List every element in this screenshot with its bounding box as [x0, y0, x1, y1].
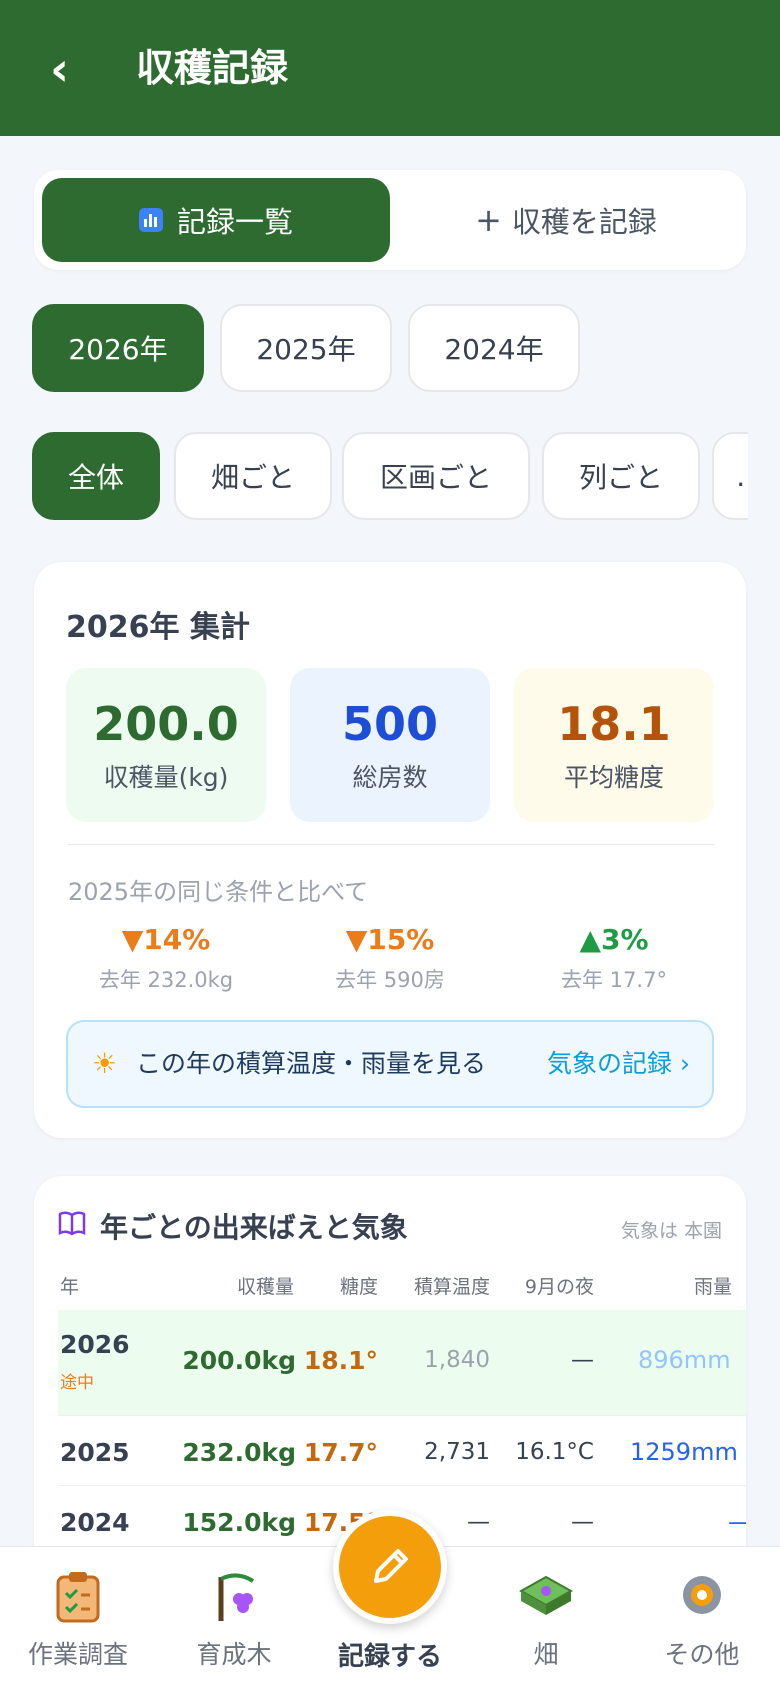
tab-growing-trees-label: 育成木: [196, 1640, 272, 1669]
pencil-icon: [374, 1549, 408, 1583]
col-header-gdd: 積算温度: [413, 1276, 490, 1298]
row-rain: 1259mm: [630, 1438, 738, 1466]
row-september-night: —: [571, 1509, 594, 1535]
summary-divider: [68, 844, 714, 845]
yearly-title: 年ごとの出来ばえと気象: [100, 1211, 408, 1244]
row-amount: 200.0kg: [182, 1346, 296, 1375]
row-year: 2024: [60, 1508, 130, 1537]
col-header-september-night: 9月の夜: [524, 1276, 594, 1298]
stat-harvest-amount: 200.0 収穫量(kg): [66, 668, 266, 822]
bar-chart-icon: [138, 208, 163, 232]
stat-sugar-label: 平均糖度: [563, 763, 664, 792]
summary-card: 2026年 集計 200.0 収穫量(kg) 500 総房数 18.1 平均糖度…: [34, 562, 746, 1138]
row-sugar: 18.1°: [303, 1346, 378, 1375]
summary-title: 2026年 集計: [66, 610, 250, 645]
row-gdd: 2,731: [424, 1439, 490, 1465]
grouping-chips: 全体 畑ごと 区画ごと 列ごと …: [32, 430, 748, 522]
compare-sugar: ▲3% 去年 17.7°: [504, 922, 724, 994]
compare-bunch-prev: 去年 590房: [335, 968, 445, 992]
compare-sugar-delta: ▲3%: [579, 923, 649, 956]
segment-record-list[interactable]: 記録一覧: [42, 178, 390, 262]
stat-bunch-label: 総房数: [352, 763, 428, 792]
group-chip-block[interactable]: 区画ごと: [342, 432, 530, 520]
tab-growing-trees[interactable]: 育成木: [156, 1565, 312, 1671]
plus-icon: +: [475, 201, 502, 239]
weather-source-note: 気象は 本園: [620, 1220, 722, 1242]
row-gdd: 1,840: [424, 1347, 490, 1373]
segment-add-harvest[interactable]: + 収穫を記録: [394, 178, 738, 262]
group-chip-row[interactable]: 列ごと: [542, 432, 700, 520]
vine-icon: [156, 1565, 312, 1627]
stat-harvest-label: 収穫量(kg): [103, 763, 229, 792]
stat-bunch-count: 500 総房数: [290, 668, 490, 822]
row-in-progress-tag: 途中: [60, 1373, 94, 1393]
col-header-year: 年: [60, 1276, 80, 1298]
group-chip-field[interactable]: 畑ごと: [174, 432, 332, 520]
tab-other[interactable]: その他: [624, 1565, 780, 1671]
stat-avg-sugar: 18.1 平均糖度: [514, 668, 714, 822]
clipboard-icon: [0, 1565, 156, 1627]
tab-other-label: その他: [664, 1640, 740, 1669]
row-rain: 896mm: [638, 1346, 731, 1374]
tab-field-label: 畑: [533, 1640, 559, 1669]
stat-harvest-value: 200.0: [93, 697, 239, 751]
row-amount: 152.0kg: [182, 1508, 296, 1537]
col-header-sugar: 糖度: [339, 1276, 378, 1298]
stat-bunch-value: 500: [341, 697, 439, 751]
sun-icon: ☀: [92, 1047, 118, 1080]
page-title: 収穫記録: [136, 46, 289, 90]
segment-record-list-label: 記録一覧: [176, 205, 293, 239]
year-chip-2024[interactable]: 2024年: [408, 304, 580, 392]
compare-harvest: ▼14% 去年 232.0kg: [56, 922, 276, 994]
segment-add-harvest-label: 収穫を記録: [511, 205, 657, 239]
row-september-night: —: [571, 1347, 594, 1373]
row-rain: —: [728, 1508, 746, 1536]
weather-record-link[interactable]: 気象の記録 ›: [547, 1046, 690, 1082]
compare-harvest-prev: 去年 232.0kg: [98, 968, 234, 992]
view-segment: 記録一覧 + 収穫を記録: [34, 170, 746, 270]
row-year: 2025: [60, 1438, 130, 1467]
compare-bunch: ▼15% 去年 590房: [280, 922, 500, 994]
table-row[interactable]: 2025 232.0kg 17.7° 2,731 16.1°C 1259mm: [58, 1416, 746, 1486]
group-chip-all[interactable]: 全体: [32, 432, 160, 520]
group-chip-more[interactable]: …: [712, 432, 748, 520]
back-button[interactable]: ‹: [50, 44, 69, 94]
compare-title: 2025年の同じ条件と比べて: [68, 878, 369, 906]
tab-field[interactable]: 畑: [468, 1565, 624, 1671]
col-header-amount: 収穫量: [236, 1276, 294, 1298]
record-fab-button[interactable]: [333, 1510, 447, 1624]
weather-banner[interactable]: ☀ この年の積算温度・雨量を見る 気象の記録 ›: [66, 1020, 714, 1108]
row-amount: 232.0kg: [182, 1438, 296, 1467]
tab-work-survey[interactable]: 作業調査: [0, 1565, 156, 1671]
gear-icon: [624, 1565, 780, 1627]
row-september-night: 16.1°C: [515, 1439, 594, 1465]
weather-banner-text: この年の積算温度・雨量を見る: [136, 1049, 487, 1078]
compare-sugar-prev: 去年 17.7°: [561, 968, 667, 992]
row-year: 2026: [60, 1330, 130, 1359]
year-chip-2026[interactable]: 2026年: [32, 304, 204, 392]
stat-sugar-value: 18.1: [557, 697, 671, 751]
row-sugar: 17.7°: [303, 1438, 378, 1467]
col-header-rain: 雨量: [694, 1276, 733, 1298]
tab-record-label[interactable]: 記録する: [310, 1636, 470, 1673]
field-plot-icon: [468, 1565, 624, 1627]
tab-work-survey-label: 作業調査: [27, 1640, 128, 1669]
app-header: ‹ 収穫記録: [0, 0, 780, 136]
table-row[interactable]: 2026 途中 200.0kg 18.1° 1,840 — 896mm: [58, 1310, 746, 1416]
compare-harvest-delta: ▼14%: [121, 923, 211, 956]
year-chip-2025[interactable]: 2025年: [220, 304, 392, 392]
compare-bunch-delta: ▼15%: [345, 923, 435, 956]
book-icon: [58, 1210, 86, 1243]
